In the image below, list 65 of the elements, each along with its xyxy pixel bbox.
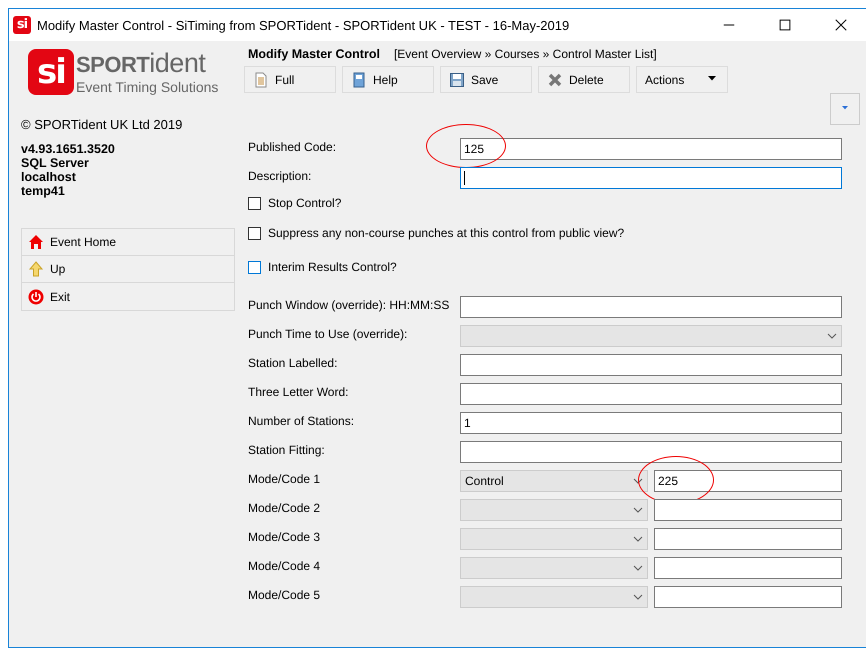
maximize-icon	[779, 19, 791, 31]
logo-tagline: Event Timing Solutions	[76, 79, 218, 95]
text-field[interactable]	[460, 383, 842, 405]
house-icon	[28, 234, 44, 250]
code-field[interactable]	[654, 499, 842, 521]
field-label: Three Letter Word:	[248, 384, 350, 399]
dropdown[interactable]: Control	[460, 470, 648, 492]
close-icon	[835, 19, 847, 31]
text-field[interactable]	[460, 441, 842, 463]
chevron-down-icon	[633, 478, 643, 484]
text-field[interactable]	[460, 354, 842, 376]
text-field[interactable]	[460, 167, 842, 189]
app-icon: si	[13, 16, 31, 34]
document-icon	[253, 72, 269, 88]
field-label: Station Fitting:	[248, 442, 326, 457]
book-icon	[351, 72, 367, 88]
chevron-down-icon	[633, 536, 643, 542]
info-text: temp41	[21, 184, 66, 198]
field-label: Mode/Code 2	[248, 500, 322, 515]
logo-wordmark: SPORTident	[76, 49, 207, 79]
field-label: Description:	[248, 168, 312, 183]
text-field[interactable]	[460, 296, 842, 318]
field-label: Punch Window (override): HH:MM:SS	[248, 297, 450, 312]
checkbox-label: Interim Results Control?	[268, 260, 397, 274]
code-field[interactable]: 225	[654, 470, 842, 492]
checkbox-label: Suppress any non-course punches at this control from public view?	[268, 226, 624, 240]
field-label: Punch Time to Use (override):	[248, 326, 408, 341]
code-field[interactable]	[654, 557, 842, 579]
chevron-down-icon	[633, 594, 643, 600]
field-label: Mode/Code 3	[248, 529, 322, 544]
field-label: Station Labelled:	[248, 355, 338, 370]
field-label: Published Code:	[248, 139, 338, 154]
field-label: Mode/Code 4	[248, 558, 322, 573]
toolbar-button[interactable]: Help	[342, 66, 434, 93]
chevron-down-icon	[827, 333, 837, 339]
checkbox[interactable]	[248, 260, 261, 274]
field-label: Number of Stations:	[248, 413, 356, 428]
checkbox-label: Stop Control?	[268, 196, 342, 210]
toolbar-button[interactable]: Save	[440, 66, 532, 93]
toolbar-button[interactable]: Delete	[538, 66, 630, 93]
chevron-down-icon	[633, 565, 643, 571]
breadcrumb: [Event Overview » Courses » Control Master List]	[394, 47, 657, 61]
checkbox[interactable]	[248, 196, 261, 210]
info-text: localhost	[21, 170, 77, 184]
logo-mark: si	[28, 49, 74, 95]
info-text: SQL Server	[21, 156, 90, 170]
delete-icon	[547, 72, 563, 88]
checkbox[interactable]	[248, 226, 261, 240]
power-icon	[28, 288, 44, 304]
field-label: Mode/Code 5	[248, 587, 322, 602]
caret-icon	[840, 106, 850, 112]
code-field[interactable]	[654, 528, 842, 550]
code-field[interactable]	[654, 586, 842, 608]
window-title: Modify Master Control - SiTiming from SPORTident - SPORTident UK - TEST - 16-May-2019	[37, 18, 570, 32]
text-field[interactable]: 1	[460, 412, 842, 434]
toolbar-button[interactable]: Full	[244, 66, 336, 93]
page-title: Modify Master Control	[248, 47, 380, 61]
save-icon	[449, 72, 465, 88]
chevron-down-icon	[633, 507, 643, 513]
actions-menu-button[interactable]: Actions	[636, 66, 728, 93]
info-text: v4.93.1651.3520	[21, 142, 116, 156]
copyright-text: © SPORTident UK Ltd 2019	[21, 117, 184, 132]
field-label: Mode/Code 1	[248, 471, 322, 486]
text-field[interactable]: 125	[460, 138, 842, 160]
up-arrow-icon	[28, 261, 44, 277]
